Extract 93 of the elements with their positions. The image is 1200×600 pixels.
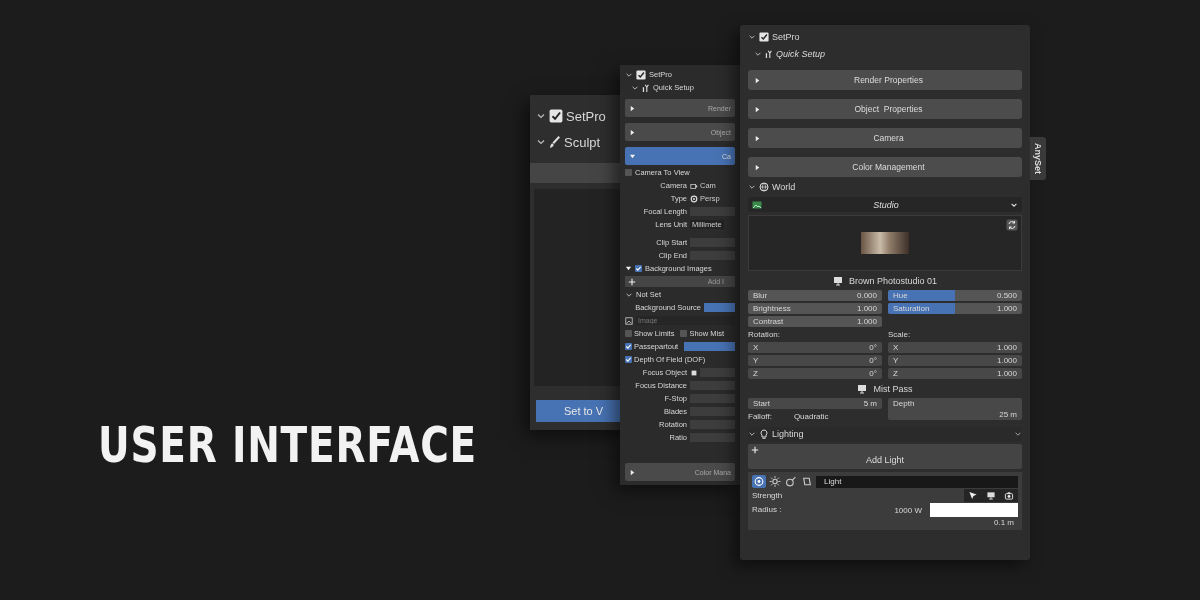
number-field[interactable]: Brightness 1.000 — [748, 303, 882, 314]
section-header-button[interactable]: Color Management — [748, 157, 1022, 177]
light-name-field[interactable]: Light — [816, 475, 1018, 488]
area-light-button[interactable] — [800, 475, 814, 488]
lightbulb-icon — [759, 429, 769, 439]
number-field[interactable]: Depth 25 m — [888, 398, 1022, 420]
chevron-icon[interactable] — [748, 183, 756, 191]
number-field[interactable] — [690, 238, 735, 247]
chevron-icon[interactable] — [536, 137, 546, 147]
checkbox-icon[interactable] — [636, 69, 646, 80]
falloff-dropdown[interactable]: Quadratic — [793, 412, 829, 421]
addon-title: SetPro — [566, 108, 606, 124]
checkbox[interactable] — [625, 330, 632, 337]
checkbox[interactable] — [625, 343, 632, 350]
checkbox[interactable] — [625, 356, 632, 363]
number-field[interactable] — [690, 420, 735, 429]
image-icon — [625, 316, 633, 325]
number-field[interactable]: X 1.000 — [888, 342, 1022, 353]
strength-value[interactable]: 1000 W — [894, 505, 922, 515]
globe-icon — [759, 182, 769, 192]
checkbox[interactable] — [635, 265, 642, 272]
world-title: World — [772, 182, 796, 192]
mist-pass-title: Mist Pass — [873, 383, 913, 394]
number-field[interactable]: Contrast 1.000 — [748, 316, 882, 327]
number-field[interactable] — [690, 394, 735, 403]
sun-light-button[interactable] — [768, 475, 782, 488]
section-header-button[interactable]: Object Properties — [748, 99, 1022, 119]
tool-icon — [765, 50, 773, 58]
number-field[interactable]: Y 1.000 — [888, 355, 1022, 366]
addon-title: SetPro — [772, 32, 800, 42]
triangle-icon — [754, 76, 761, 84]
group-label: Scale: — [888, 330, 912, 340]
number-field[interactable]: Z 1.000 — [888, 368, 1022, 379]
photo-placeholder — [861, 232, 909, 254]
light-color-swatch[interactable] — [930, 503, 1018, 517]
chevron-icon[interactable] — [748, 430, 756, 438]
radius-value[interactable]: 0.1 m — [994, 518, 1014, 527]
section-title: Quick Setup — [776, 49, 826, 59]
hdri-name: Brown Photostudio 01 — [848, 275, 938, 286]
monitor-icon — [857, 383, 868, 394]
number-field[interactable]: Z 0° — [748, 368, 882, 379]
checkbox-icon[interactable] — [549, 109, 563, 123]
plus-icon[interactable] — [751, 446, 759, 454]
value-slider[interactable]: Hue 0.500 — [888, 290, 1022, 301]
number-field[interactable] — [700, 368, 735, 377]
refresh-icon[interactable] — [1006, 219, 1018, 231]
number-field[interactable]: Y 0° — [748, 355, 882, 366]
checkbox-icon[interactable] — [759, 32, 769, 42]
lighting-title: Lighting — [772, 429, 805, 439]
section-header-button[interactable]: Render Properties — [748, 70, 1022, 90]
hdri-dropdown[interactable]: Studio — [748, 197, 1022, 212]
number-field[interactable] — [690, 407, 735, 416]
strength-label: Strength — [752, 490, 784, 501]
chevron-icon[interactable] — [748, 33, 756, 41]
plus-icon — [628, 277, 636, 286]
triangle-icon — [754, 105, 761, 113]
landscape-icon — [752, 199, 762, 210]
value-slider[interactable] — [684, 342, 735, 351]
number-field[interactable]: Start 5 m — [748, 398, 882, 409]
number-field[interactable] — [690, 251, 735, 260]
group-label: Rotation: — [748, 330, 782, 340]
point-light-button[interactable] — [752, 475, 766, 488]
number-field[interactable] — [690, 381, 735, 390]
checkbox[interactable] — [680, 330, 688, 337]
checkbox[interactable] — [625, 169, 632, 176]
number-field[interactable]: Blur 0.000 — [748, 290, 882, 301]
value-slider[interactable]: Saturation 1.000 — [888, 303, 1022, 314]
side-tab[interactable]: AnySet — [1030, 137, 1046, 180]
triangle-icon — [629, 152, 636, 160]
triangle-icon — [629, 104, 636, 112]
radio-icon[interactable] — [690, 194, 698, 203]
spot-light-button[interactable] — [784, 475, 798, 488]
chevron-icon[interactable] — [1014, 430, 1022, 438]
triangle-icon — [629, 468, 636, 476]
mode-title: Sculpt — [564, 134, 601, 150]
radius-label: Radius : — [752, 505, 782, 515]
brush-icon — [549, 135, 561, 149]
camera-object-icon — [690, 181, 698, 190]
triangle-icon — [754, 163, 761, 171]
chevron-icon[interactable] — [536, 111, 546, 121]
monitor-icon — [832, 275, 843, 286]
number-field[interactable] — [690, 433, 735, 442]
cube-icon — [690, 368, 698, 377]
section-header-button[interactable]: Camera — [748, 128, 1022, 148]
number-field[interactable] — [690, 207, 735, 216]
number-field[interactable]: X 0° — [748, 342, 882, 353]
group-label: Falloff: — [748, 411, 772, 422]
chevron-icon[interactable] — [754, 50, 762, 58]
disclosure-triangle-icon[interactable] — [625, 265, 632, 272]
triangle-icon — [754, 134, 761, 142]
headline: USER INTERFACE — [98, 420, 477, 470]
tool-icon — [642, 83, 650, 92]
triangle-icon — [629, 128, 636, 136]
